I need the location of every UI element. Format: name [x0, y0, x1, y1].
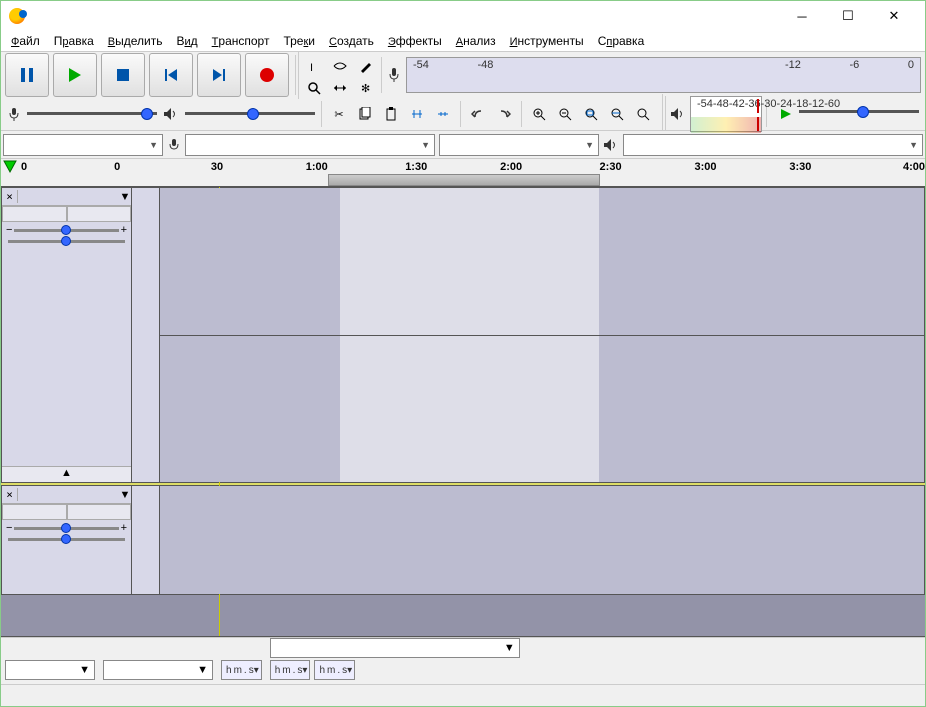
waveform-right[interactable] [160, 336, 924, 483]
menu-analyze[interactable]: Анализ [450, 32, 502, 50]
mute-button[interactable] [2, 206, 67, 222]
stop-button[interactable] [101, 53, 145, 97]
recording-channels-combo[interactable]: ▼ [439, 134, 599, 156]
zoom-in-button[interactable] [526, 101, 552, 127]
paste-button[interactable] [378, 101, 404, 127]
edit-toolbar: ✂ [321, 101, 460, 127]
bottom-panel: ▼ ▼ h m . s▾ ▼ h m . s▾ [1, 637, 925, 706]
skip-end-button[interactable] [197, 53, 241, 97]
fit-project-button[interactable] [604, 101, 630, 127]
minimize-button[interactable]: ─ [779, 1, 825, 31]
selection-mode-combo[interactable]: ▼ [270, 638, 520, 658]
trim-button[interactable] [404, 101, 430, 127]
menu-help[interactable]: Справка [592, 32, 651, 50]
playback-device-combo[interactable]: ▼ [623, 134, 923, 156]
track-area: × ▼ −+ ▲ [1, 187, 925, 637]
app-logo [9, 8, 25, 24]
playback-volume-slider[interactable] [185, 103, 315, 125]
fit-selection-button[interactable] [578, 101, 604, 127]
menu-tracks[interactable]: Треки [277, 32, 321, 50]
redo-button[interactable] [491, 101, 517, 127]
menu-edit[interactable]: Правка [48, 32, 100, 50]
track-panel-2: × ▼ −+ [2, 486, 132, 594]
pan-slider[interactable] [2, 536, 131, 543]
mic-icon [167, 138, 181, 152]
silence-button[interactable] [430, 101, 456, 127]
device-toolbar: ▼ ▼ ▼ ▼ [1, 131, 925, 159]
mic-icon [7, 107, 21, 121]
menu-tools[interactable]: Инструменты [504, 32, 590, 50]
mic-icon [386, 67, 402, 83]
transport-toolbar [1, 49, 293, 101]
tools-toolbar: I ✻ [298, 51, 381, 99]
titlebar: ─ ☐ ✕ [1, 1, 925, 31]
zoom-toggle-button[interactable] [630, 101, 656, 127]
pan-slider[interactable] [2, 238, 131, 245]
menu-bar: Файл Правка Выделить Вид Транспорт Треки… [1, 31, 925, 51]
status-bar [1, 684, 925, 706]
recording-device-combo[interactable]: ▼ [185, 134, 435, 156]
undo-button[interactable] [465, 101, 491, 127]
vertical-scale[interactable] [132, 188, 160, 482]
timeline-ruler[interactable]: 0 0 30 1:00 1:30 2:00 2:30 3:00 3:30 4:0… [1, 159, 925, 187]
speaker-icon [163, 107, 179, 121]
audio-host-combo[interactable]: ▼ [3, 134, 163, 156]
waveform-left[interactable] [160, 188, 924, 336]
speaker-icon [670, 107, 686, 121]
playhead-icon[interactable] [3, 160, 17, 174]
menu-effect[interactable]: Эффекты [382, 32, 448, 50]
collapse-button[interactable]: ▲ [2, 466, 131, 482]
pause-button[interactable] [5, 53, 49, 97]
toolbar-area: I ✻ -54-48-12-60 ✂ [1, 51, 925, 131]
track-panel-1: × ▼ −+ ▲ [2, 188, 132, 482]
mute-button[interactable] [2, 504, 67, 520]
menu-generate[interactable]: Создать [323, 32, 380, 50]
track-1[interactable]: × ▼ −+ ▲ [1, 187, 925, 483]
selection-start-field[interactable]: h m . s▾ [270, 660, 311, 680]
menu-transport[interactable]: Транспорт [206, 32, 276, 50]
playback-meter[interactable]: -54-48-42-36-30-24-18-12-60 [690, 96, 762, 132]
project-rate-combo[interactable]: ▼ [5, 660, 95, 680]
copy-button[interactable] [352, 101, 378, 127]
menu-select[interactable]: Выделить [102, 32, 169, 50]
multi-tool[interactable]: ✻ [353, 75, 379, 101]
svg-text:I: I [310, 62, 313, 73]
record-button[interactable] [245, 53, 289, 97]
track-menu-button[interactable]: ▼ [119, 191, 131, 203]
recording-volume-slider[interactable] [27, 103, 157, 125]
snap-combo[interactable]: ▼ [103, 660, 213, 680]
timeshift-tool[interactable] [327, 75, 353, 101]
track-2[interactable]: × ▼ −+ [1, 485, 925, 595]
recording-meter-block: -54-48-12-60 [381, 57, 925, 93]
close-button[interactable]: ✕ [871, 1, 917, 31]
zoom-tool[interactable] [301, 75, 327, 101]
track-close-button[interactable]: × [2, 488, 18, 501]
selection-end-field[interactable]: h m . s▾ [314, 660, 355, 680]
skip-start-button[interactable] [149, 53, 193, 97]
loop-region[interactable] [328, 174, 599, 186]
recording-meter[interactable]: -54-48-12-60 [406, 57, 921, 93]
speaker-icon [603, 138, 619, 152]
solo-button[interactable] [67, 206, 132, 222]
playback-meter-block: -54-48-42-36-30-24-18-12-60 [665, 96, 766, 132]
menu-file[interactable]: Файл [5, 32, 46, 50]
solo-button[interactable] [67, 504, 132, 520]
menu-view[interactable]: Вид [170, 32, 203, 50]
vertical-scale[interactable] [132, 486, 160, 594]
zoom-out-button[interactable] [552, 101, 578, 127]
track-menu-button[interactable]: ▼ [119, 489, 131, 501]
waveform-mono[interactable] [160, 486, 924, 594]
maximize-button[interactable]: ☐ [825, 1, 871, 31]
play-button[interactable] [53, 53, 97, 97]
audio-position-field[interactable]: h m . s▾ [221, 660, 262, 680]
cut-button[interactable]: ✂ [326, 101, 352, 127]
track-close-button[interactable]: × [2, 190, 18, 203]
svg-text:✻: ✻ [361, 83, 370, 95]
